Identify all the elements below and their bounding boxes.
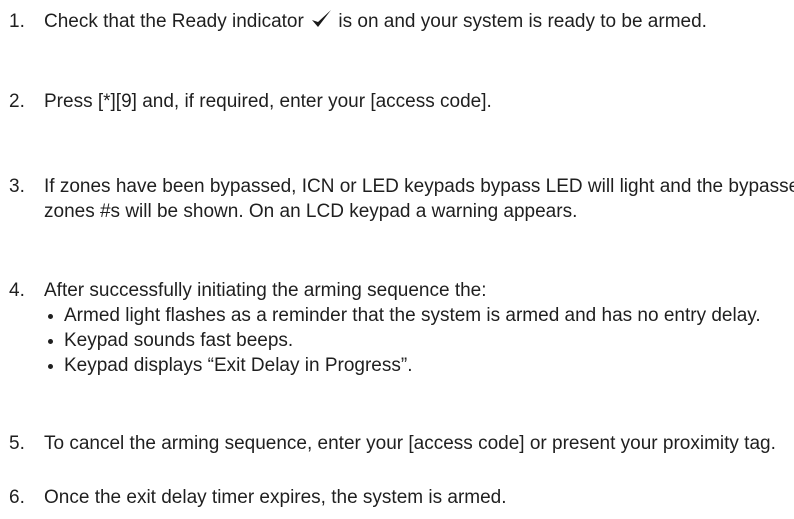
step-3: 3. If zones have been bypassed, ICN or L… [0,174,794,224]
bullet-list: Armed light flashes as a reminder that t… [44,303,794,378]
checkmark-icon [312,10,332,27]
step-number: 5. [9,433,25,454]
step-number: 1. [9,11,25,32]
step-5: 5. To cancel the arming sequence, enter … [0,431,794,456]
step-text: Press [*][9] and, if required, enter you… [44,91,492,112]
step-number: 3. [9,176,25,197]
step-text: To cancel the arming sequence, enter you… [44,433,776,454]
bullet-item: Keypad sounds fast beeps. [44,328,794,353]
bullet-icon [48,314,53,319]
step-text-part: is on and your system is ready to be arm… [333,11,707,32]
step-4: 4. After successfully initiating the arm… [0,278,794,378]
bullet-icon [48,364,53,369]
step-text: Check that the Ready indicator is on and… [44,9,794,34]
step-text-part: Check that the Ready indicator [44,11,310,32]
step-number: 2. [9,91,25,112]
bullet-text: Armed light flashes as a reminder that t… [64,305,761,326]
bullet-text: Keypad displays “Exit Delay in Progress”… [64,355,413,376]
step-number: 6. [9,487,25,508]
bullet-icon [48,339,53,344]
step-text: Once the exit delay timer expires, the s… [44,487,507,508]
step-2: 2. Press [*][9] and, if required, enter … [0,89,794,114]
step-6: 6. Once the exit delay timer expires, th… [0,485,794,510]
step-number: 4. [9,280,25,301]
bullet-item: Keypad displays “Exit Delay in Progress”… [44,353,794,378]
step-text: After successfully initiating the arming… [44,280,487,301]
bullet-text: Keypad sounds fast beeps. [64,330,294,351]
step-1: 1. Check that the Ready indicator is on … [0,9,794,34]
bullet-item: Armed light flashes as a reminder that t… [44,303,794,328]
step-text: If zones have been bypassed, ICN or LED … [44,176,794,222]
